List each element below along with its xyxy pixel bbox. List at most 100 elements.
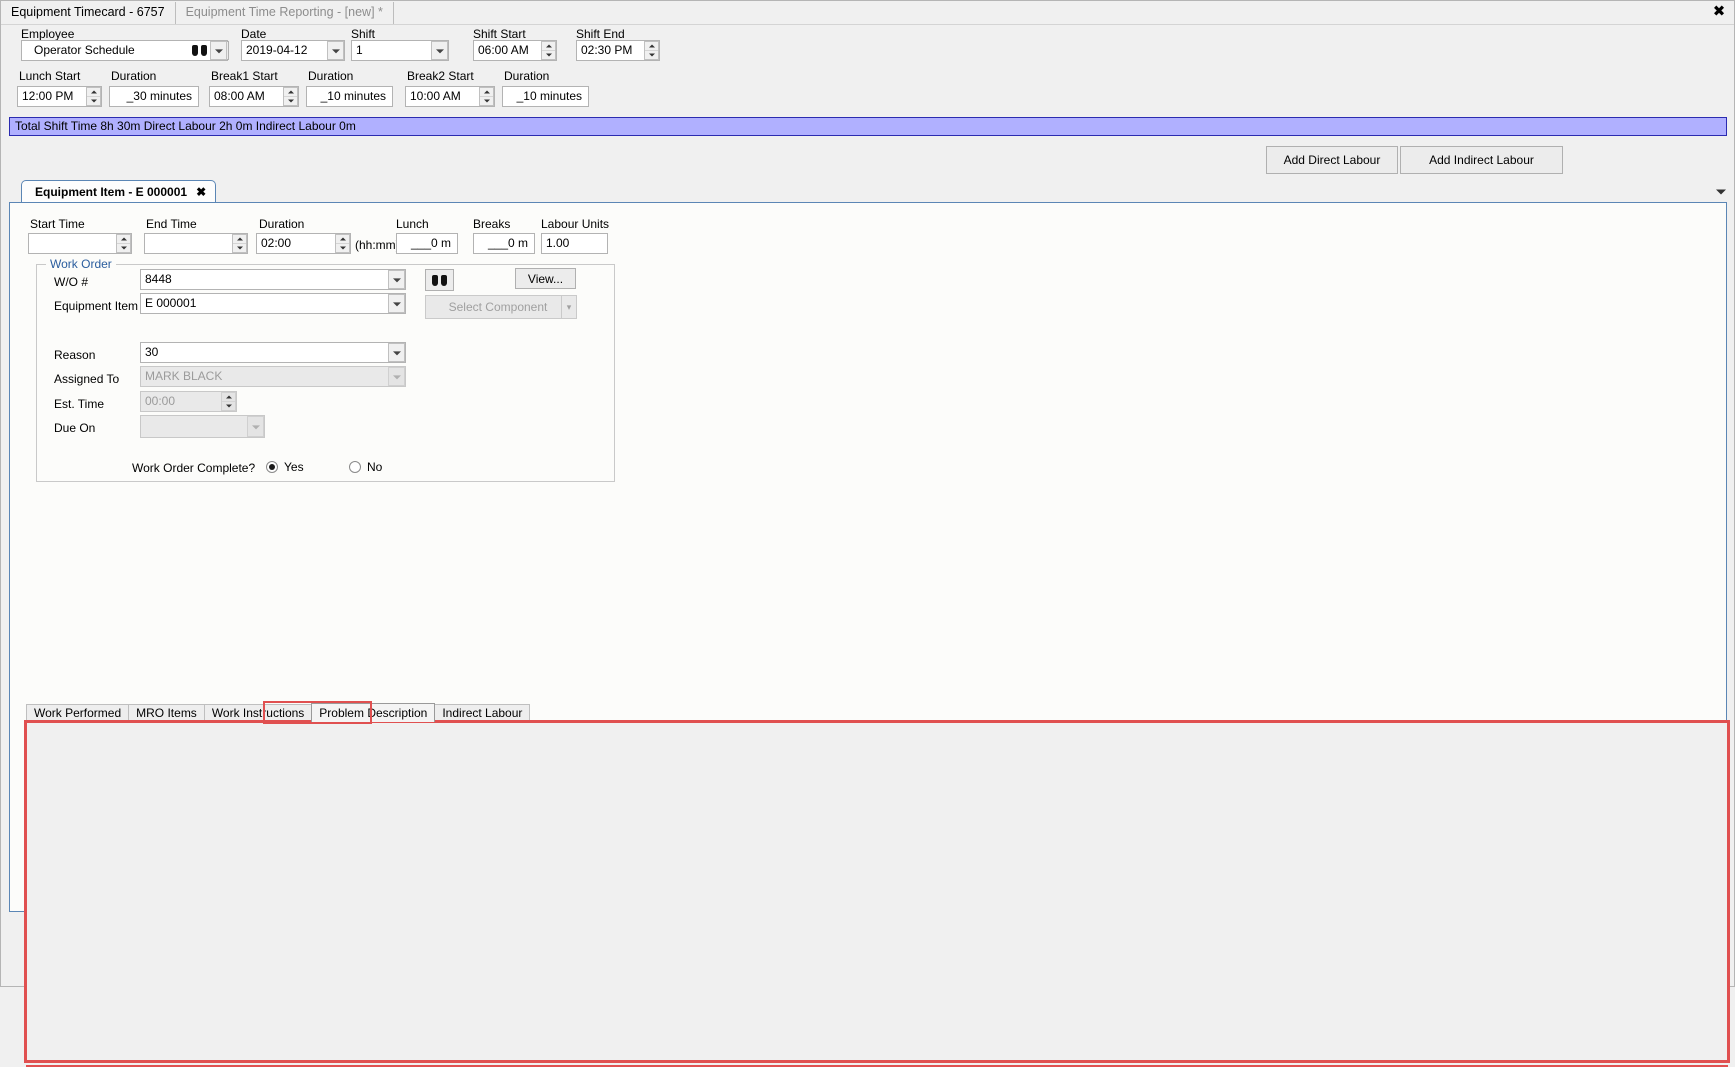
employee-field-group: Operator Schedule ...: [21, 40, 229, 61]
lunch-start-spinner[interactable]: [86, 87, 101, 106]
assigned-to-dropdown-button: [388, 367, 405, 386]
assigned-to-label: Assigned To: [54, 372, 120, 386]
lunch-start-label: Lunch Start: [19, 69, 81, 83]
shift-end-spinner[interactable]: [644, 41, 659, 60]
equipment-item-label: Equipment Item: [54, 299, 139, 313]
equipment-item-input[interactable]: E 000001: [140, 293, 406, 314]
wo-number-label: W/O #: [54, 275, 89, 289]
select-component-button[interactable]: Select Component: [425, 295, 571, 319]
wo-number-input[interactable]: 8448: [140, 269, 406, 290]
employee-dropdown-button[interactable]: [210, 41, 227, 60]
equipment-item-dropdown-button[interactable]: [388, 294, 405, 313]
radio-no-label: No: [367, 460, 383, 474]
wo-number-dropdown-button[interactable]: [388, 270, 405, 289]
item-tab-close-icon[interactable]: ✖: [196, 185, 206, 199]
reason-label: Reason: [54, 348, 96, 362]
break1-start-field-group: 08:00 AM: [209, 86, 299, 107]
reason-field-group: 30: [140, 342, 406, 363]
tab-indirect-labour[interactable]: Indirect Labour: [434, 704, 531, 722]
break2-duration-input[interactable]: _10 minutes: [502, 86, 589, 107]
duration-field-group: 02:00: [256, 233, 351, 254]
date-dropdown-button[interactable]: [327, 41, 344, 60]
shift-end-label: Shift End: [576, 27, 625, 41]
duration-label: Duration: [259, 217, 305, 231]
window-tab-bar: Equipment Timecard - 6757 Equipment Time…: [1, 1, 1734, 25]
problem-description-panel[interactable]: [26, 722, 1728, 1061]
radio-no-dot: [349, 461, 361, 473]
shift-start-label: Shift Start: [473, 27, 526, 41]
work-order-complete-label: Work Order Complete?: [132, 461, 256, 475]
shift-label: Shift: [351, 27, 376, 41]
end-time-label: End Time: [146, 217, 197, 231]
shift-end-field-group: 02:30 PM: [576, 40, 660, 61]
break2-start-spinner[interactable]: [479, 87, 494, 106]
start-time-spinner[interactable]: [116, 234, 131, 253]
end-time-spinner[interactable]: [232, 234, 247, 253]
window-tab-equipment-time-reporting[interactable]: Equipment Time Reporting - [new] *: [176, 2, 394, 24]
window-tab-equipment-timecard[interactable]: Equipment Timecard - 6757: [1, 2, 176, 24]
labour-units-label: Labour Units: [541, 217, 610, 231]
breaks-label: Breaks: [473, 217, 511, 231]
assigned-to-field-group: MARK BLACK: [140, 366, 406, 387]
reason-input[interactable]: 30: [140, 342, 406, 363]
lunch-duration-input[interactable]: _30 minutes: [109, 86, 199, 107]
tab-mro-items[interactable]: MRO Items: [128, 704, 205, 722]
break1-start-label: Break1 Start: [211, 69, 278, 83]
start-time-label: Start Time: [30, 217, 85, 231]
add-direct-labour-button[interactable]: Add Direct Labour: [1266, 146, 1398, 174]
end-time-field-group: [144, 233, 248, 254]
add-indirect-labour-button[interactable]: Add Indirect Labour: [1400, 146, 1563, 174]
shift-dropdown-button[interactable]: [431, 41, 448, 60]
est-time-spinner: [221, 392, 236, 411]
lunch-duration-label: Duration: [111, 69, 157, 83]
employee-label: Employee: [21, 27, 75, 41]
item-tab-label: Equipment Item - E 000001: [35, 185, 188, 199]
date-field-group: 2019-04-12: [241, 40, 345, 61]
chevron-down-icon[interactable]: [1714, 186, 1728, 198]
item-detail-panel: Start Time End Time Duration 02:00 (hh:m…: [9, 202, 1730, 1067]
break2-start-field-group: 10:00 AM: [405, 86, 495, 107]
shift-start-field-group: 06:00 AM: [473, 40, 557, 61]
labour-units-input[interactable]: 1.00: [541, 233, 608, 254]
assigned-to-input: MARK BLACK: [140, 366, 406, 387]
work-order-group-label: Work Order: [46, 257, 116, 271]
duration-spinner[interactable]: [335, 234, 350, 253]
est-time-label: Est. Time: [54, 397, 105, 411]
radio-yes-label: Yes: [284, 460, 304, 474]
est-time-field-group: 00:00: [140, 391, 237, 412]
detail-tab-strip: Work Performed MRO Items Work Instructio…: [26, 703, 531, 722]
item-tab-strip: Equipment Item - E 000001 ✖: [9, 180, 1727, 203]
break1-start-spinner[interactable]: [283, 87, 298, 106]
application-window: Equipment Timecard - 6757 Equipment Time…: [0, 0, 1735, 1067]
binoculars-icon[interactable]: [188, 41, 210, 60]
close-icon[interactable]: ✖: [1710, 3, 1728, 21]
shift-summary-bar: Total Shift Time 8h 30m Direct Labour 2h…: [9, 117, 1727, 136]
tab-work-instructions[interactable]: Work Instructions: [203, 704, 313, 722]
break1-duration-label: Duration: [308, 69, 354, 83]
date-label: Date: [241, 27, 267, 41]
tab-work-performed[interactable]: Work Performed: [26, 704, 130, 722]
select-component-dropdown-button[interactable]: ▾: [561, 295, 577, 319]
wo-number-field-group: 8448: [140, 269, 406, 290]
equipment-item-field-group: E 000001: [140, 293, 406, 314]
breaks-input[interactable]: ___0 m: [473, 233, 535, 254]
radio-yes-dot: [266, 461, 278, 473]
due-on-label: Due On: [54, 421, 96, 435]
shift-field-group: 1: [351, 40, 449, 61]
tab-problem-description[interactable]: Problem Description: [311, 703, 436, 722]
shift-start-spinner[interactable]: [541, 41, 556, 60]
due-on-dropdown-button: [247, 416, 264, 437]
reason-dropdown-button[interactable]: [388, 343, 405, 362]
lunch-input[interactable]: ___0 m: [396, 233, 458, 254]
break2-start-label: Break2 Start: [407, 69, 474, 83]
work-order-complete-no-radio[interactable]: No: [349, 460, 382, 474]
due-on-field-group: [140, 415, 265, 438]
item-tab-equipment-item[interactable]: Equipment Item - E 000001 ✖: [21, 180, 217, 203]
wo-binoculars-icon[interactable]: [425, 269, 454, 291]
break2-duration-label: Duration: [504, 69, 550, 83]
start-time-field-group: [28, 233, 132, 254]
work-order-complete-yes-radio[interactable]: Yes: [266, 460, 304, 474]
break1-duration-input[interactable]: _10 minutes: [306, 86, 393, 107]
duration-hint: (hh:mm): [355, 238, 400, 252]
view-button[interactable]: View...: [515, 268, 576, 289]
